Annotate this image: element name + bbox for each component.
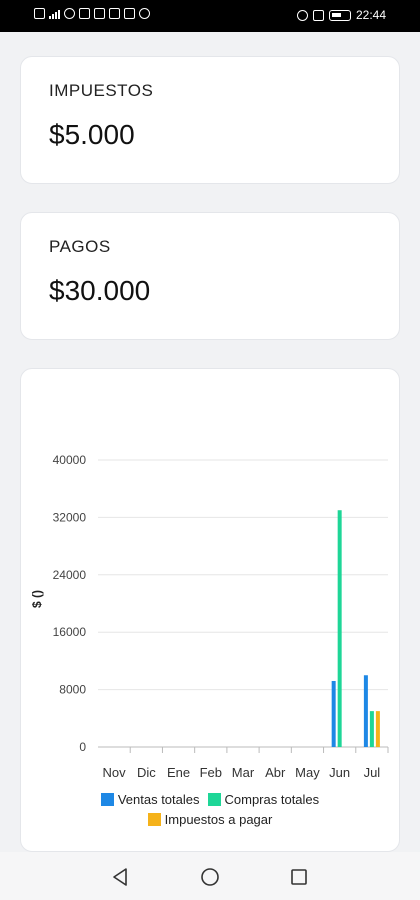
wifi-icon	[64, 8, 75, 19]
taxes-card-title: IMPUESTOS	[49, 81, 154, 100]
status-time: 22:44	[355, 8, 386, 22]
home-circle-icon[interactable]	[199, 866, 221, 888]
legend-item[interactable]: Ventas totales	[100, 792, 200, 807]
vibrate-icon	[312, 9, 324, 21]
legend-label: Impuestos a pagar	[164, 812, 273, 827]
alarm-icon	[296, 9, 308, 21]
legend-item[interactable]: Compras totales	[207, 792, 320, 807]
legend-swatch	[207, 793, 221, 806]
legend-item[interactable]: Impuestos a pagar	[147, 812, 273, 827]
chart-y-axis-label: $ ()	[30, 590, 44, 608]
app-notification-icon	[34, 8, 45, 19]
legend-label: Ventas totales	[117, 792, 200, 807]
payments-card-value: $30.000	[49, 275, 151, 306]
status-bar: 22:44	[0, 0, 420, 32]
back-triangle-icon[interactable]	[109, 866, 131, 888]
gmail-icon	[79, 8, 90, 19]
taxes-card-value: $5.000	[49, 119, 135, 150]
battery-icon	[328, 9, 351, 21]
instagram-icon	[139, 8, 150, 19]
chart-card	[20, 368, 400, 852]
signal-icon	[49, 8, 60, 19]
legend-swatch	[147, 813, 161, 826]
navigation-bar	[0, 852, 420, 900]
status-system-icons: 22:44	[296, 8, 386, 22]
payments-card-title: PAGOS	[49, 237, 111, 256]
payments-card[interactable]: PAGOS $30.000	[20, 212, 400, 340]
taxes-card[interactable]: IMPUESTOS $5.000	[20, 56, 400, 184]
legend-label: Compras totales	[224, 792, 320, 807]
recents-square-icon[interactable]	[288, 866, 310, 888]
youtube-icon	[94, 8, 105, 19]
chart-legend: Ventas totales Compras totales Impuestos …	[20, 792, 400, 827]
notification-icon	[109, 8, 120, 19]
twitter-icon	[124, 8, 135, 19]
status-notification-icons	[34, 8, 150, 19]
legend-swatch	[100, 793, 114, 806]
